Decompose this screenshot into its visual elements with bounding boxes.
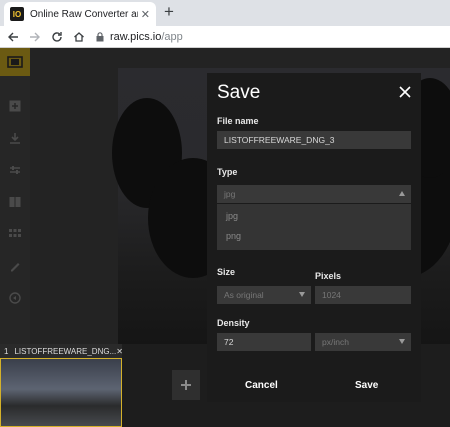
url-domain: raw.pics.io bbox=[110, 30, 162, 43]
tab-close-icon[interactable]: ✕ bbox=[141, 8, 150, 21]
caret-up-icon bbox=[399, 191, 405, 196]
caret-down-icon bbox=[399, 339, 405, 344]
compare-icon[interactable] bbox=[0, 190, 30, 214]
reload-icon[interactable] bbox=[48, 28, 66, 46]
pixels-label: Pixels bbox=[315, 271, 342, 281]
filmstrip-toggle-icon[interactable] bbox=[0, 48, 30, 76]
type-label: Type bbox=[217, 167, 238, 177]
type-dropdown: jpg png bbox=[217, 204, 411, 250]
home-icon[interactable] bbox=[70, 28, 88, 46]
type-option-png[interactable]: png bbox=[217, 226, 411, 246]
download-icon[interactable] bbox=[0, 126, 30, 150]
thumbnail-image[interactable] bbox=[0, 358, 122, 427]
file-name-label: File name bbox=[217, 116, 259, 126]
tab-title: Online Raw Converter and Viewer bbox=[30, 8, 138, 20]
cancel-button[interactable]: Cancel bbox=[245, 380, 278, 391]
type-selected-value: jpg bbox=[224, 189, 236, 199]
forward-arrow-icon[interactable] bbox=[26, 28, 44, 46]
grid-icon[interactable] bbox=[0, 222, 30, 246]
thumbnail-header: 1 LISTOFFREEWARE_DNG... ✕ bbox=[0, 344, 123, 358]
thumbnail-close-icon[interactable]: ✕ bbox=[116, 347, 123, 356]
url-field[interactable]: raw.pics.io/app bbox=[96, 31, 183, 43]
browser-tab-bar: IO Online Raw Converter and Viewer ✕ + bbox=[0, 0, 450, 26]
share-icon[interactable] bbox=[0, 286, 30, 310]
density-label: Density bbox=[217, 318, 250, 328]
new-tab-icon[interactable]: + bbox=[160, 3, 178, 21]
close-icon[interactable] bbox=[398, 85, 412, 99]
plus-icon bbox=[181, 380, 191, 390]
pencil-icon[interactable] bbox=[0, 254, 30, 278]
size-selected-value: As original bbox=[224, 290, 264, 300]
caret-down-icon bbox=[299, 292, 305, 297]
back-arrow-icon[interactable] bbox=[4, 28, 22, 46]
browser-tab[interactable]: IO Online Raw Converter and Viewer ✕ bbox=[4, 2, 156, 26]
thumbnail-name: LISTOFFREEWARE_DNG... bbox=[14, 346, 117, 356]
pixels-input[interactable]: 1024 bbox=[315, 286, 411, 304]
dialog-title: Save bbox=[217, 82, 261, 103]
type-option-jpg[interactable]: jpg bbox=[217, 206, 411, 226]
app-favicon-icon: IO bbox=[10, 7, 24, 21]
density-unit-select[interactable]: px/inch bbox=[315, 333, 411, 351]
address-bar: raw.pics.io/app bbox=[0, 26, 450, 48]
add-image-button[interactable] bbox=[172, 370, 200, 400]
file-name-input[interactable]: LISTOFFREEWARE_DNG_3 bbox=[217, 131, 411, 149]
density-unit-value: px/inch bbox=[322, 337, 349, 347]
adjust-sliders-icon[interactable] bbox=[0, 158, 30, 182]
url-path: /app bbox=[161, 30, 183, 43]
thumbnail-number: 1 bbox=[4, 346, 9, 356]
lock-icon bbox=[96, 31, 104, 41]
tool-sidebar bbox=[0, 48, 30, 344]
density-input[interactable]: 72 bbox=[217, 333, 311, 351]
type-select[interactable]: jpg bbox=[217, 185, 411, 203]
size-select[interactable]: As original bbox=[217, 286, 311, 304]
save-dialog: Save File name LISTOFFREEWARE_DNG_3 Type… bbox=[207, 73, 421, 402]
save-button[interactable]: Save bbox=[355, 380, 378, 391]
size-label: Size bbox=[217, 267, 236, 277]
add-icon[interactable] bbox=[0, 94, 30, 118]
